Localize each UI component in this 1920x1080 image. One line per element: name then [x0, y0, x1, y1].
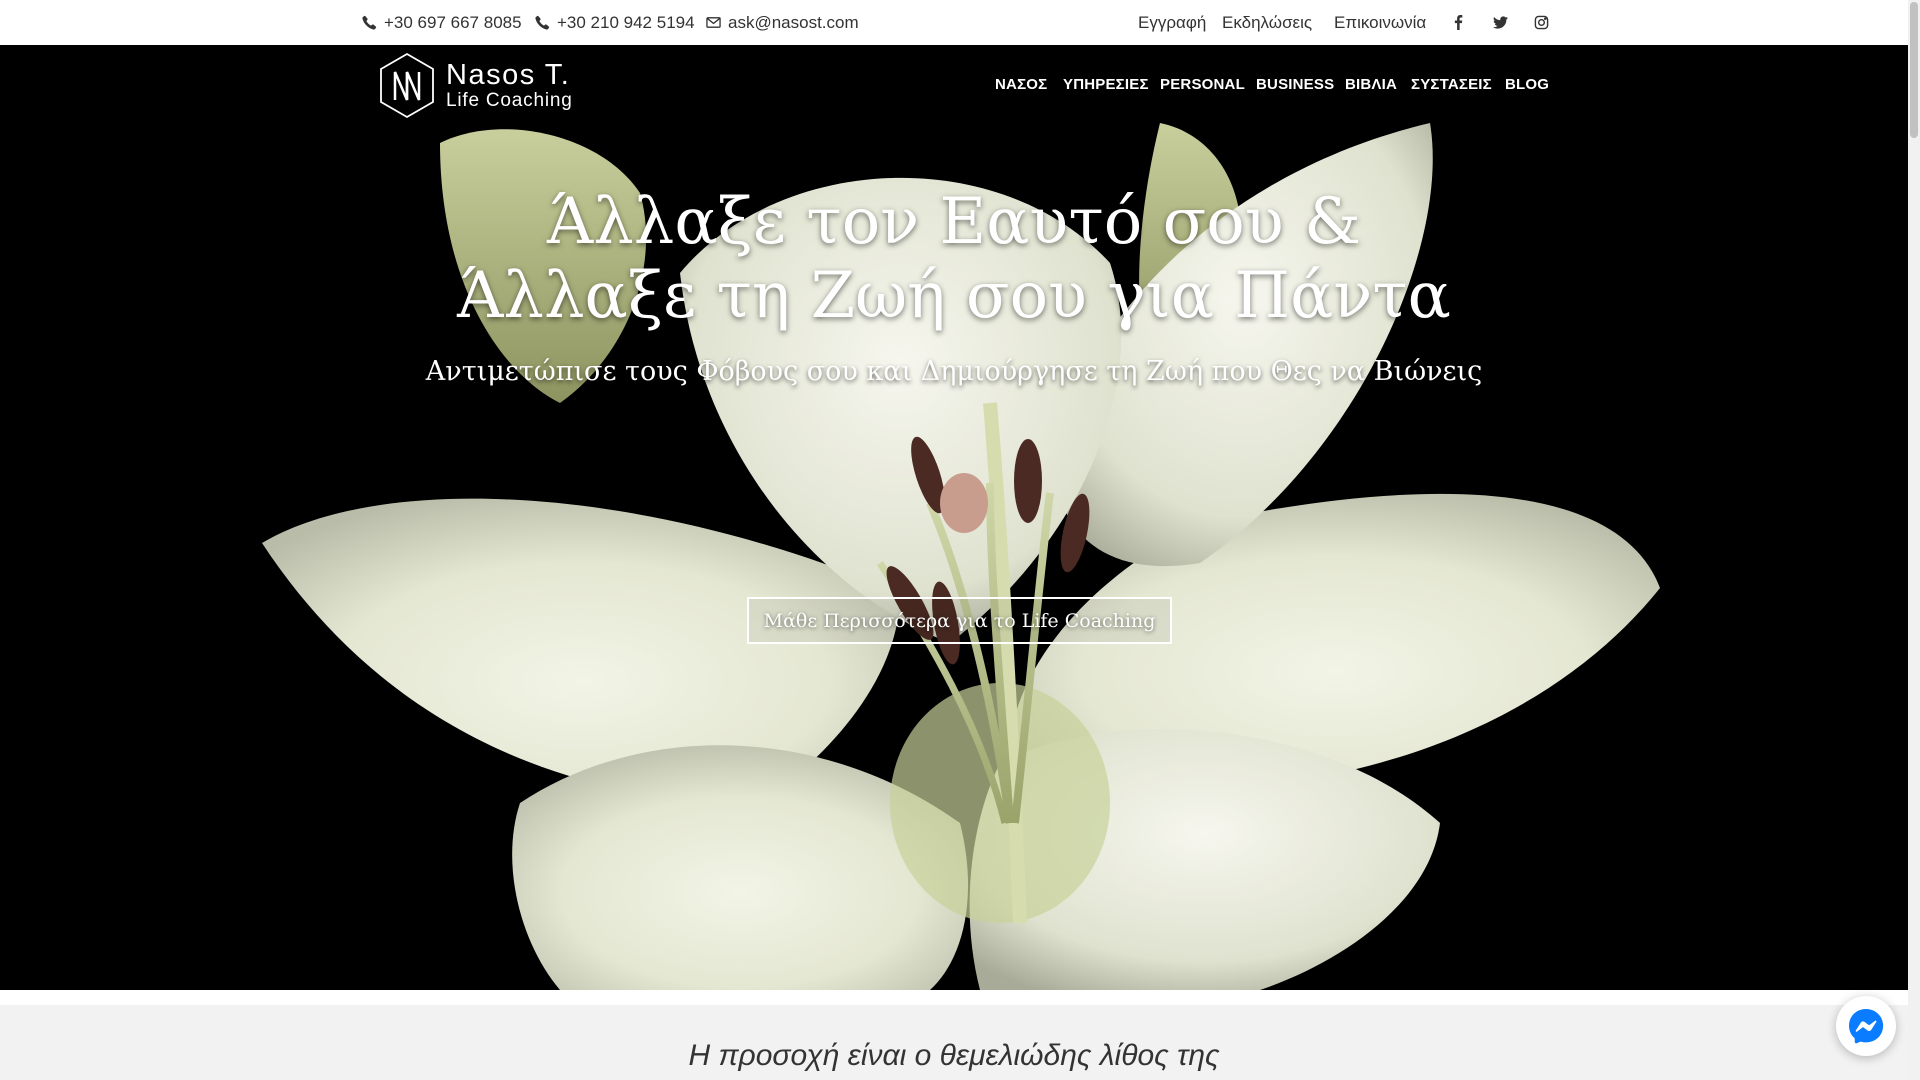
nav-item-services[interactable]: ΥΠΗΡΕΣΙΕΣ — [1063, 45, 1149, 123]
messenger-chat-button[interactable] — [1836, 996, 1896, 1056]
messenger-icon — [1849, 1009, 1884, 1044]
intro-section: Η προσοχή είναι ο θεμελιώδης λίθος της — [0, 1005, 1908, 1080]
envelope-icon — [706, 17, 721, 28]
phone-number-landline: +30 210 942 5194 — [557, 12, 695, 32]
nav-item-books[interactable]: ΒΙΒΛΙΑ — [1345, 45, 1397, 123]
phone-link-mobile[interactable]: +30 697 667 8085 — [362, 0, 522, 45]
link-register[interactable]: Εγγραφή — [1138, 0, 1206, 45]
site-logo[interactable]: Nasos T. Life Coaching — [378, 52, 573, 119]
nav-item-blog[interactable]: BLOG — [1505, 45, 1549, 123]
hero-section: Άλλαξε τον Εαυτό σου & Άλλαξε τη Ζωή σου… — [0, 123, 1908, 990]
email-address: ask@nasost.com — [728, 12, 859, 32]
phone-icon — [535, 15, 550, 30]
hero-subtitle: Αντιμετώπισε τους Φόβους σου και Δημιούρ… — [425, 356, 1483, 387]
phone-icon — [362, 15, 377, 30]
nav-item-nasos[interactable]: ΝΑΣΟΣ — [995, 45, 1047, 123]
facebook-icon[interactable] — [1448, 0, 1468, 45]
hero-title-line2: Άλλαξε τη Ζωή σου για Πάντα — [457, 259, 1451, 333]
main-header: Nasos T. Life Coaching ΝΑΣΟΣ ΥΠΗΡΕΣΙΕΣ P… — [0, 45, 1908, 123]
link-events[interactable]: Εκδηλώσεις — [1222, 0, 1312, 45]
nav-item-business[interactable]: BUSINESS — [1256, 45, 1334, 123]
nav-item-testimonials[interactable]: ΣΥΣΤΑΣΕΙΣ — [1411, 45, 1492, 123]
phone-link-landline[interactable]: +30 210 942 5194 — [535, 0, 695, 45]
learn-more-button[interactable]: Μάθε Περισσότερα για το Life Coaching — [747, 597, 1172, 644]
twitter-icon[interactable] — [1490, 0, 1510, 45]
hero-title-line1: Άλλαξε τον Εαυτό σου & — [546, 185, 1362, 259]
logo-title: Nasos T. — [446, 59, 571, 91]
intro-quote: Η προσοχή είναι ο θεμελιώδης λίθος της — [688, 1039, 1220, 1072]
nav-item-personal[interactable]: PERSONAL — [1160, 45, 1245, 123]
scrollbar-thumb[interactable] — [1910, 2, 1918, 138]
logo-hexagon-icon — [380, 52, 434, 119]
link-contact[interactable]: Επικοινωνία — [1334, 0, 1426, 45]
instagram-icon[interactable] — [1531, 0, 1551, 45]
logo-subtitle: Life Coaching — [446, 90, 573, 111]
top-contact-bar: +30 697 667 8085 +30 210 942 5194 ask@na… — [0, 0, 1908, 45]
page-scrollbar[interactable] — [1908, 0, 1920, 1080]
phone-number-mobile: +30 697 667 8085 — [384, 12, 522, 32]
logo-wordmark: Nasos T. Life Coaching — [446, 59, 573, 111]
email-link[interactable]: ask@nasost.com — [706, 0, 859, 45]
